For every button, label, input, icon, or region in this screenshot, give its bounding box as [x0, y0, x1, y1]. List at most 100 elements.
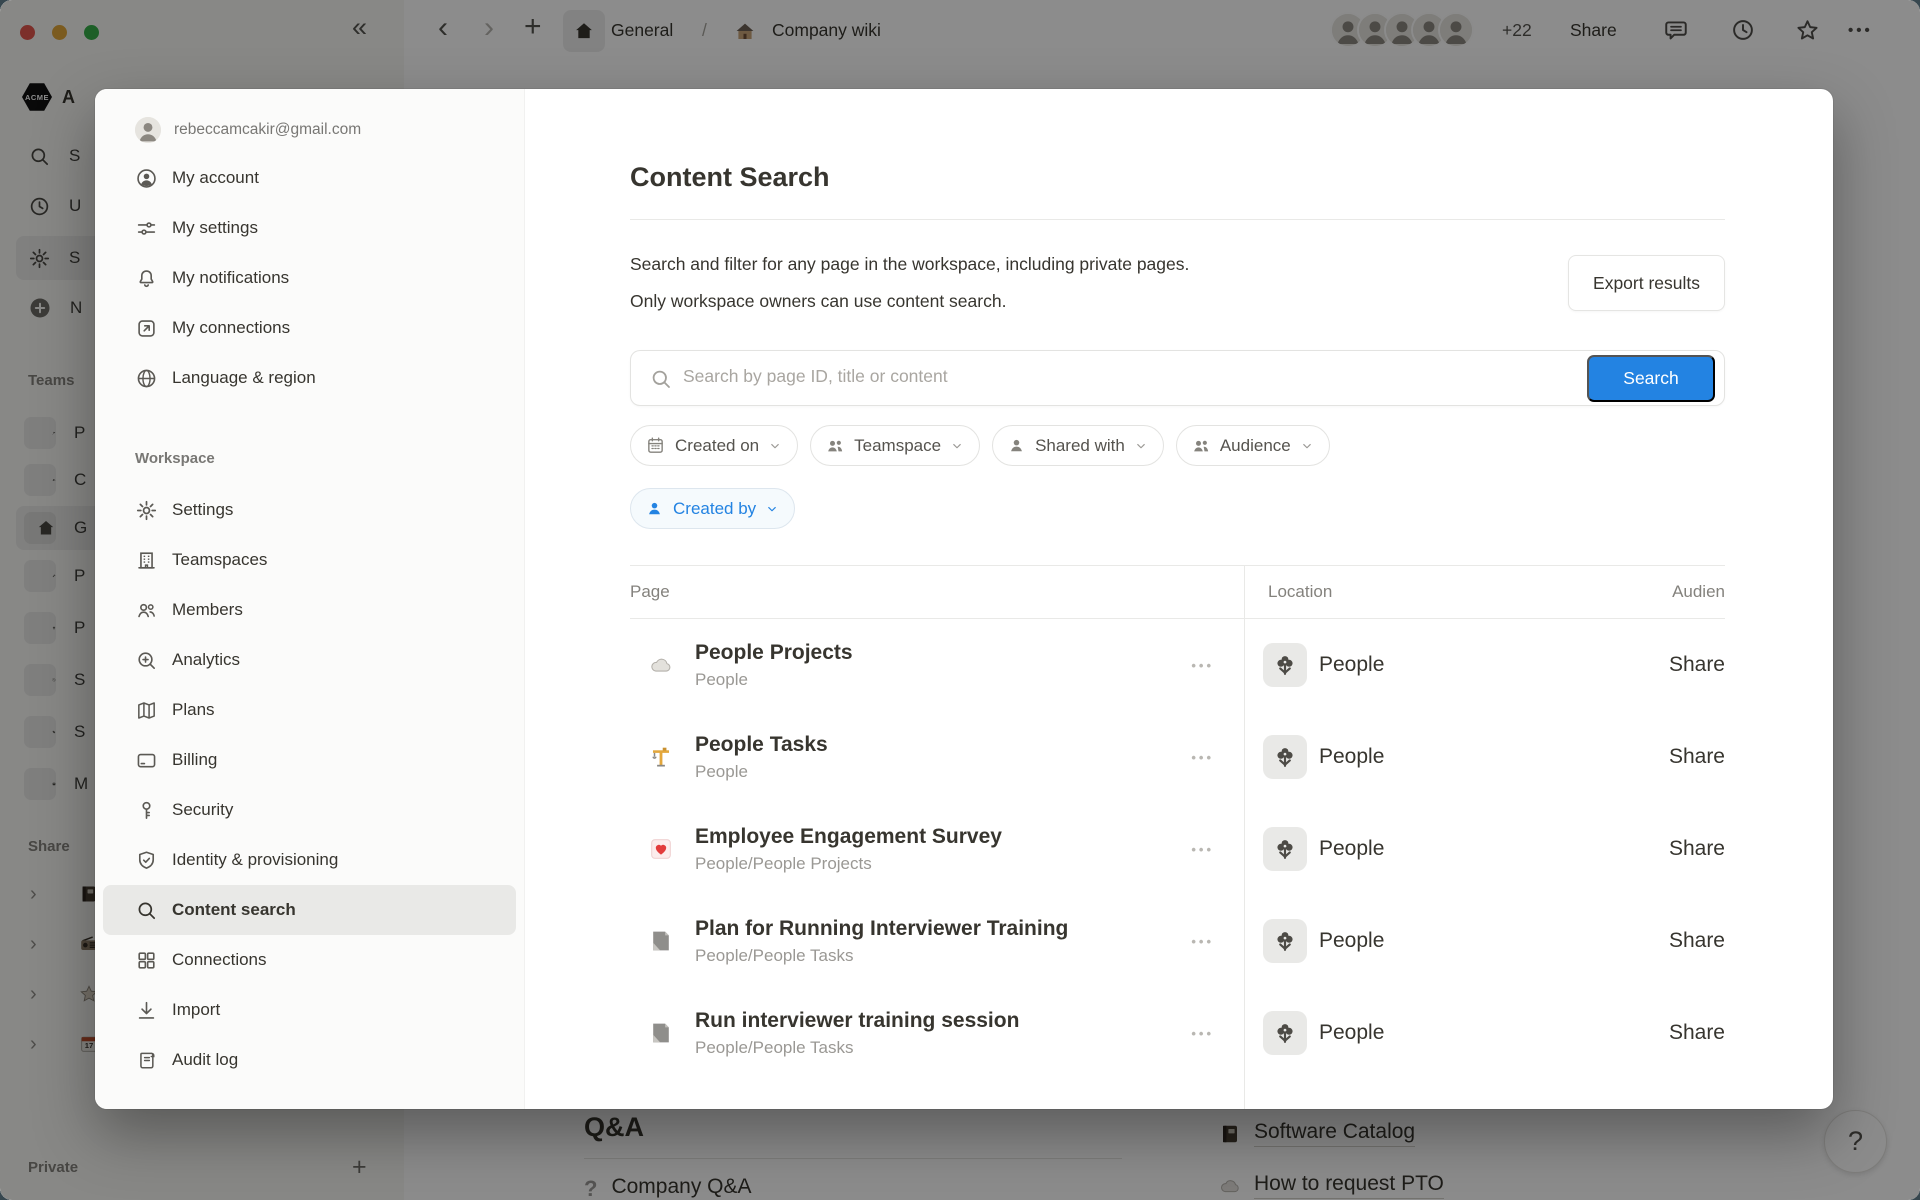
settings-nav-audit-log[interactable]: Audit log [103, 1035, 516, 1085]
globe-icon [135, 367, 158, 390]
column-divider [1244, 565, 1245, 1109]
page-title[interactable]: Run interviewer training session [695, 1007, 1191, 1034]
external-link-icon [135, 317, 158, 340]
audience-value: Share [1579, 653, 1725, 677]
teamspace-flower-icon [1263, 827, 1307, 871]
settings-modal: rebeccamcakir@gmail.com My account My se… [95, 89, 1833, 1109]
description: Search and filter for any page in the wo… [630, 246, 1189, 320]
workspace-section-label: Workspace [135, 450, 524, 470]
settings-nav-settings[interactable]: Settings [103, 485, 516, 535]
content-search-panel: Content Search Search and filter for any… [525, 89, 1833, 1109]
column-header-page: Page [630, 582, 1244, 602]
page-icon [648, 928, 674, 954]
shield-check-icon [135, 849, 158, 872]
person-circle-icon [135, 167, 158, 190]
settings-nav-teamspaces[interactable]: Teamspaces [103, 535, 516, 585]
divider [630, 219, 1725, 220]
location-value: People [1319, 653, 1384, 677]
results-table: Page Location Audien People Projects Peo… [630, 565, 1725, 1109]
settings-nav-my-account[interactable]: My account [103, 153, 516, 203]
column-header-audience: Audien [1579, 582, 1725, 602]
settings-nav-connections[interactable]: Connections [103, 935, 516, 985]
page-title[interactable]: People Tasks [695, 731, 1191, 758]
row-menu-icon[interactable]: ••• [1191, 750, 1214, 765]
table-row[interactable]: Employee Engagement Survey People/People… [630, 803, 1725, 895]
settings-nav-content-search[interactable]: Content search [103, 885, 516, 935]
page-title: Content Search [630, 160, 1725, 194]
key-icon [135, 799, 158, 822]
people-icon [825, 436, 845, 456]
calendar-icon [645, 435, 666, 456]
location-value: People [1319, 837, 1384, 861]
chevron-down-icon [1300, 439, 1314, 453]
filter-audience[interactable]: Audience [1176, 425, 1330, 466]
audience-value: Share [1579, 745, 1725, 769]
people-icon [1191, 436, 1211, 456]
settings-nav-my-connections[interactable]: My connections [103, 303, 516, 353]
settings-nav-members[interactable]: Members [103, 585, 516, 635]
settings-nav-my-settings[interactable]: My settings [103, 203, 516, 253]
table-row[interactable]: People Projects People ••• People Share [630, 619, 1725, 711]
column-header-location: Location [1244, 582, 1579, 602]
import-arrow-icon [135, 999, 158, 1022]
table-header: Page Location Audien [630, 565, 1725, 619]
location-value: People [1319, 929, 1384, 953]
filter-created-on[interactable]: Created on [630, 425, 798, 466]
table-row[interactable]: Plan for Running Interviewer Training Pe… [630, 895, 1725, 987]
settings-nav-plans[interactable]: Plans [103, 685, 516, 735]
sliders-icon [135, 217, 158, 240]
page-path: People/People Tasks [695, 1036, 1191, 1060]
filter-created-by[interactable]: Created by [630, 488, 795, 529]
table-row[interactable]: People Tasks People ••• People Share [630, 711, 1725, 803]
teamspace-flower-icon [1263, 643, 1307, 687]
settings-nav-language-region[interactable]: Language & region [103, 353, 516, 403]
settings-sidebar: rebeccamcakir@gmail.com My account My se… [95, 89, 525, 1109]
notion-window: « ‹ › + General / Company wiki +22 Share… [0, 0, 1920, 1200]
user-avatar [135, 117, 161, 143]
map-icon [135, 699, 158, 722]
page-icon [648, 1020, 674, 1046]
settings-nav-my-notifications[interactable]: My notifications [103, 253, 516, 303]
page-title[interactable]: People Projects [695, 639, 1191, 666]
settings-nav-identity-provisioning[interactable]: Identity & provisioning [103, 835, 516, 885]
export-results-button[interactable]: Export results [1568, 255, 1725, 311]
settings-nav-analytics[interactable]: Analytics [103, 635, 516, 685]
search-button[interactable]: Search [1587, 355, 1715, 402]
page-path: People [695, 760, 1191, 784]
row-menu-icon[interactable]: ••• [1191, 934, 1214, 949]
cloud-icon [648, 652, 674, 678]
search-icon [135, 899, 158, 922]
filter-teamspace[interactable]: Teamspace [810, 425, 980, 466]
page-title[interactable]: Employee Engagement Survey [695, 823, 1191, 850]
page-title[interactable]: Plan for Running Interviewer Training [695, 915, 1191, 942]
row-menu-icon[interactable]: ••• [1191, 842, 1214, 857]
building-icon [135, 549, 158, 572]
teamspace-flower-icon [1263, 919, 1307, 963]
bell-icon [135, 267, 158, 290]
chevron-down-icon [1134, 439, 1148, 453]
row-menu-icon[interactable]: ••• [1191, 1026, 1214, 1041]
person-icon [645, 499, 664, 518]
account-email-row: rebeccamcakir@gmail.com [95, 112, 524, 148]
scroll-icon [135, 1049, 158, 1072]
crane-icon [648, 744, 674, 770]
heart-icon [648, 836, 674, 862]
search-input[interactable]: Search by page ID, title or content Sear… [630, 350, 1725, 406]
chevron-down-icon [765, 502, 779, 516]
search-placeholder: Search by page ID, title or content [683, 366, 948, 387]
credit-card-icon [135, 749, 158, 772]
chevron-down-icon [950, 439, 964, 453]
person-icon [1007, 436, 1026, 455]
row-menu-icon[interactable]: ••• [1191, 658, 1214, 673]
settings-nav-import[interactable]: Import [103, 985, 516, 1035]
filter-shared-with[interactable]: Shared with [992, 425, 1164, 466]
page-path: People/People Tasks [695, 944, 1191, 968]
grid-icon [135, 949, 158, 972]
teamspace-flower-icon [1263, 1011, 1307, 1055]
teamspace-flower-icon [1263, 735, 1307, 779]
table-row[interactable]: Run interviewer training session People/… [630, 987, 1725, 1079]
settings-nav-billing[interactable]: Billing [103, 735, 516, 785]
location-value: People [1319, 1021, 1384, 1045]
account-email: rebeccamcakir@gmail.com [174, 121, 361, 139]
settings-nav-security[interactable]: Security [103, 785, 516, 835]
